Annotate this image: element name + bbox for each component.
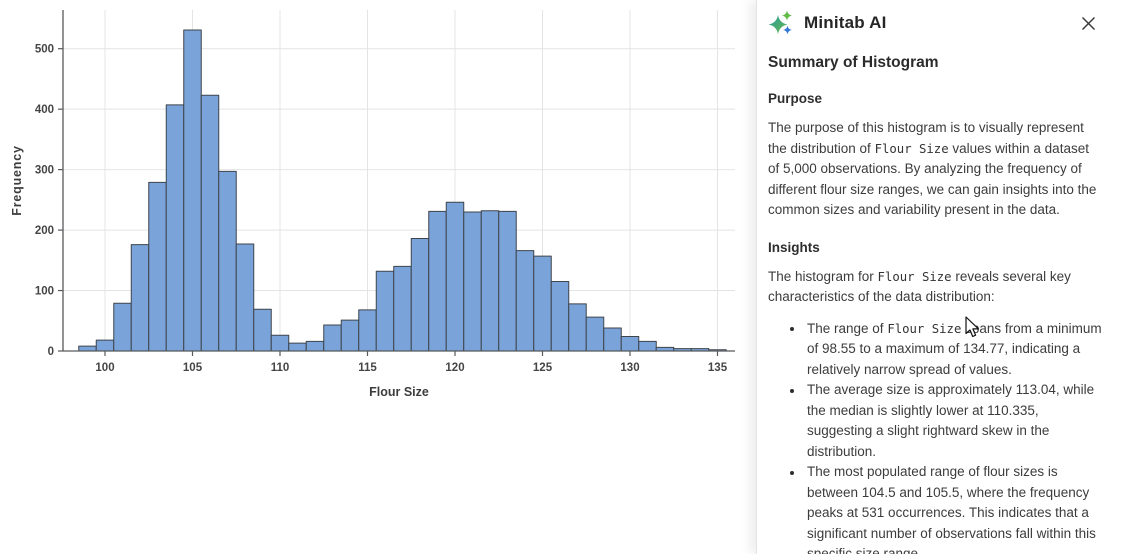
y-tick-label: 0 <box>48 346 54 358</box>
histogram-bar[interactable] <box>148 181 167 352</box>
y-tick-label: 100 <box>35 286 54 298</box>
histogram-bar[interactable] <box>165 104 185 352</box>
histogram-bar[interactable] <box>95 339 115 352</box>
chart-background <box>0 0 750 554</box>
inline-code: Flour Size <box>874 141 949 156</box>
insights-bullet-list: The range of Flour Size spans from a min… <box>768 319 1102 554</box>
histogram-bar[interactable] <box>638 340 657 352</box>
y-tick-label: 400 <box>35 104 54 116</box>
x-axis-title: Flour Size <box>369 385 429 399</box>
histogram-bar[interactable] <box>480 210 500 352</box>
inline-code: Flour Size <box>887 321 962 336</box>
histogram-bar[interactable] <box>288 342 307 352</box>
paragraph: The histogram for Flour Size reveals sev… <box>768 267 1102 308</box>
x-tick-label: 105 <box>183 362 203 374</box>
histogram-bar[interactable] <box>498 210 517 352</box>
close-button[interactable] <box>1079 14 1098 33</box>
minitab-ai-panel: Minitab AI Summary of Histogram Purpose T… <box>756 0 1124 554</box>
y-tick-label: 200 <box>35 225 54 237</box>
histogram-bar[interactable] <box>78 345 97 352</box>
histogram-bar[interactable] <box>130 244 150 352</box>
text-segment: The average size is approximately 113.04… <box>807 382 1095 459</box>
x-tick-label: 115 <box>358 362 377 374</box>
histogram-bar[interactable] <box>620 335 640 352</box>
y-tick-label: 300 <box>35 165 54 177</box>
histogram-bar[interactable] <box>340 319 360 352</box>
close-icon <box>1081 16 1096 34</box>
x-tick-label: 110 <box>271 362 290 374</box>
flour-size-histogram-chart: 100 105 110 115 120 125 130 135 0 100 200 300 400 500… <box>0 0 750 554</box>
histogram-bar[interactable] <box>253 308 272 352</box>
histogram-bar[interactable] <box>585 316 605 352</box>
histogram-bar[interactable] <box>445 201 465 352</box>
x-tick-label: 100 <box>95 362 114 374</box>
histogram-bar[interactable] <box>235 243 255 352</box>
histogram-bar[interactable] <box>603 327 622 352</box>
histogram-bar[interactable] <box>200 94 220 352</box>
histogram-bar[interactable] <box>305 340 325 352</box>
bullet-item: The range of Flour Size spans from a min… <box>768 319 1102 381</box>
minitab-app-window: 100 105 110 115 120 125 130 135 0 100 200 300 400 500… <box>0 0 1124 554</box>
x-tick-label: 130 <box>620 362 639 374</box>
histogram-bar[interactable] <box>358 309 377 352</box>
inline-code: Flour Size <box>877 269 952 284</box>
x-tick-label: 135 <box>708 362 728 374</box>
histogram-graph-region: 100 105 110 115 120 125 130 135 0 100 200 300 400 500… <box>0 0 750 554</box>
histogram-bar[interactable] <box>533 255 552 352</box>
histogram-bar[interactable] <box>515 250 535 352</box>
x-tick-label: 125 <box>533 362 553 374</box>
panel-title: Minitab AI <box>804 13 887 32</box>
y-tick-label: 500 <box>35 44 54 56</box>
text-segment: The histogram for <box>768 268 878 284</box>
histogram-bar[interactable] <box>550 280 570 352</box>
panel-sections: Purpose The purpose of this histogram is … <box>768 91 1102 554</box>
text-segment: The range of <box>807 320 888 336</box>
section-heading: Insights <box>768 239 820 255</box>
histogram-bar[interactable] <box>183 29 202 352</box>
paragraph: The purpose of this histogram is to visu… <box>768 118 1102 221</box>
histogram-bar[interactable] <box>270 334 290 352</box>
bullet-item: The most populated range of flour sizes … <box>768 462 1102 554</box>
panel-header: Minitab AI <box>768 8 1102 38</box>
histogram-bar[interactable] <box>428 210 447 352</box>
histogram-bar[interactable] <box>393 265 412 352</box>
text-segment: The most populated range of flour sizes … <box>807 464 1096 554</box>
histogram-bar[interactable] <box>410 238 430 352</box>
section-heading: Purpose <box>768 91 823 106</box>
histogram-bar[interactable] <box>463 211 482 352</box>
histogram-bar[interactable] <box>375 270 395 352</box>
bullet-item: The average size is approximately 113.04… <box>768 380 1102 462</box>
histogram-bar[interactable] <box>323 324 342 352</box>
histogram-bar[interactable] <box>218 170 237 352</box>
summary-heading: Summary of Histogram <box>768 54 939 71</box>
histogram-bar[interactable] <box>568 303 587 352</box>
histogram-bar[interactable] <box>113 302 132 352</box>
minitab-ai-sparkle-icon <box>768 10 793 36</box>
x-tick-label: 120 <box>445 362 464 374</box>
y-axis-title: Frequency <box>10 145 24 215</box>
